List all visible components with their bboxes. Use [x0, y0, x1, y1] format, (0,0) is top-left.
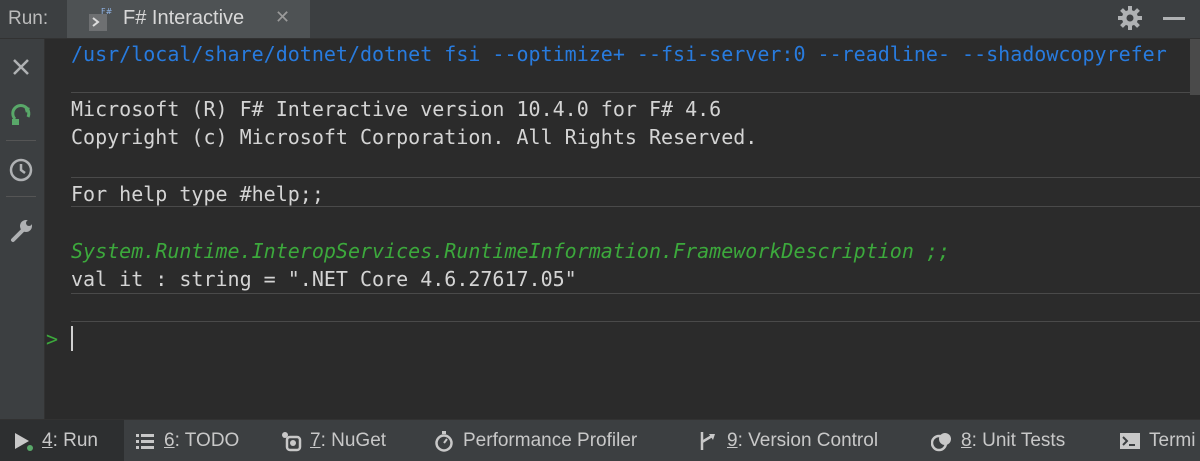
- terminal-icon: [1120, 432, 1140, 449]
- input-prompt: >: [46, 327, 59, 351]
- output-line: val it : string = ".NET Core 4.6.27617.0…: [71, 267, 577, 291]
- version-control-icon: [700, 431, 715, 450]
- tab-nuget-label: : NuGet: [320, 429, 387, 451]
- tab-todo-key: 6: [164, 429, 175, 451]
- run-label: Run:: [8, 8, 49, 29]
- rerun-icon[interactable]: [6, 99, 36, 129]
- tab-unit-tests[interactable]: 8: Unit Tests: [931, 420, 1065, 461]
- vertical-scrollbar[interactable]: [1190, 39, 1200, 95]
- wrench-icon[interactable]: [6, 215, 36, 245]
- tab-version-control-label: : Version Control: [737, 429, 879, 451]
- tab-run-label: : Run: [52, 429, 98, 451]
- svg-text:F#: F#: [101, 7, 112, 16]
- tab-run-key: 4: [42, 429, 53, 451]
- gear-icon[interactable]: [1116, 4, 1144, 32]
- tab-nuget[interactable]: 7: NuGet: [280, 420, 386, 461]
- tab-todo-label: : TODO: [174, 429, 240, 451]
- tool-window-header: Run: F# F# Interactive ✕: [0, 0, 1200, 39]
- input-caret[interactable]: [71, 326, 73, 351]
- tab-terminal-label: Termi: [1149, 429, 1196, 451]
- profiler-icon: [435, 430, 453, 452]
- tab-todo[interactable]: 6: TODO: [134, 420, 239, 461]
- tab-terminal[interactable]: Termi: [1119, 420, 1195, 461]
- todo-list-icon: [136, 433, 154, 449]
- input-echo-line: System.Runtime.InteropServices.RuntimeIn…: [71, 239, 950, 263]
- console-output[interactable]: /usr/local/share/dotnet/dotnet fsi --opt…: [45, 39, 1200, 419]
- unit-tests-icon: [931, 432, 951, 451]
- tab-performance-profiler[interactable]: Performance Profiler: [433, 420, 637, 461]
- minimize-icon[interactable]: [1163, 17, 1185, 20]
- close-icon[interactable]: [6, 52, 36, 82]
- nuget-icon: [282, 431, 302, 451]
- run-icon: [15, 432, 33, 451]
- command-line: /usr/local/share/dotnet/dotnet fsi --opt…: [71, 42, 1167, 66]
- output-line: For help type #help;;: [71, 182, 324, 206]
- tab-performance-profiler-label: Performance Profiler: [463, 429, 638, 451]
- tab-version-control-key: 9: [727, 429, 738, 451]
- tab-title: F# Interactive: [123, 7, 245, 29]
- tab-unit-tests-label: : Unit Tests: [971, 429, 1066, 451]
- output-line: Microsoft (R) F# Interactive version 10.…: [71, 97, 722, 121]
- close-tab-icon[interactable]: ✕: [275, 7, 290, 28]
- tab-run[interactable]: 4: Run: [0, 420, 124, 461]
- console-toolbar: [0, 39, 45, 419]
- tool-window-bar: 4: Run 6: TODO 7: NuGet Performance Prof…: [0, 419, 1200, 461]
- history-icon[interactable]: [6, 155, 36, 185]
- tab-unit-tests-key: 8: [961, 429, 972, 451]
- tab-fsharp-interactive[interactable]: F# F# Interactive ✕: [67, 0, 310, 38]
- tab-nuget-key: 7: [310, 429, 321, 451]
- tab-version-control[interactable]: 9: Version Control: [697, 420, 878, 461]
- fsharp-console-icon: F#: [89, 7, 112, 31]
- output-line: Copyright (c) Microsoft Corporation. All…: [71, 125, 758, 149]
